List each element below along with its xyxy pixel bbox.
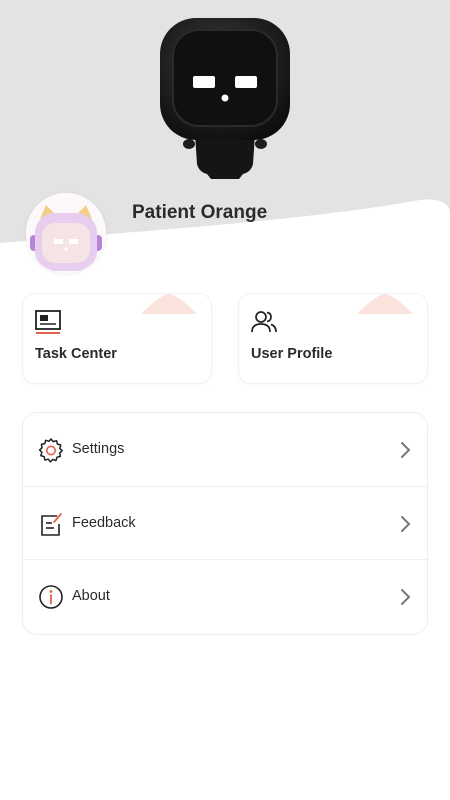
username: Patient Orange [132,202,268,223]
menu-item-feedback[interactable]: Feedback [23,486,427,559]
profile-screen: Patient Orange Task Center User Profile [0,0,450,800]
task-center-label: Task Center [35,346,117,362]
menu-item-about[interactable]: About [23,559,427,632]
user-profile-label: User Profile [251,346,333,362]
settings-menu: Settings Feedback About [23,413,427,634]
menu-item-settings[interactable]: Settings [23,413,427,486]
chevron-right-icon [401,589,411,605]
avatar[interactable] [26,193,106,273]
chevron-right-icon [401,516,411,532]
robot-mascot-image [160,18,290,179]
robot-avatar-icon [26,193,106,273]
task-center-card[interactable]: Task Center [23,294,211,383]
user-profile-card[interactable]: User Profile [239,294,427,383]
card-decoration [357,294,413,314]
info-icon [39,585,63,609]
feedback-label: Feedback [72,515,136,531]
chevron-right-icon [401,442,411,458]
gear-icon [38,438,63,463]
about-label: About [72,588,110,604]
settings-label: Settings [72,441,125,457]
users-icon [251,311,277,333]
task-board-icon [35,310,61,334]
card-decoration [141,294,197,314]
feedback-edit-icon [41,513,62,536]
